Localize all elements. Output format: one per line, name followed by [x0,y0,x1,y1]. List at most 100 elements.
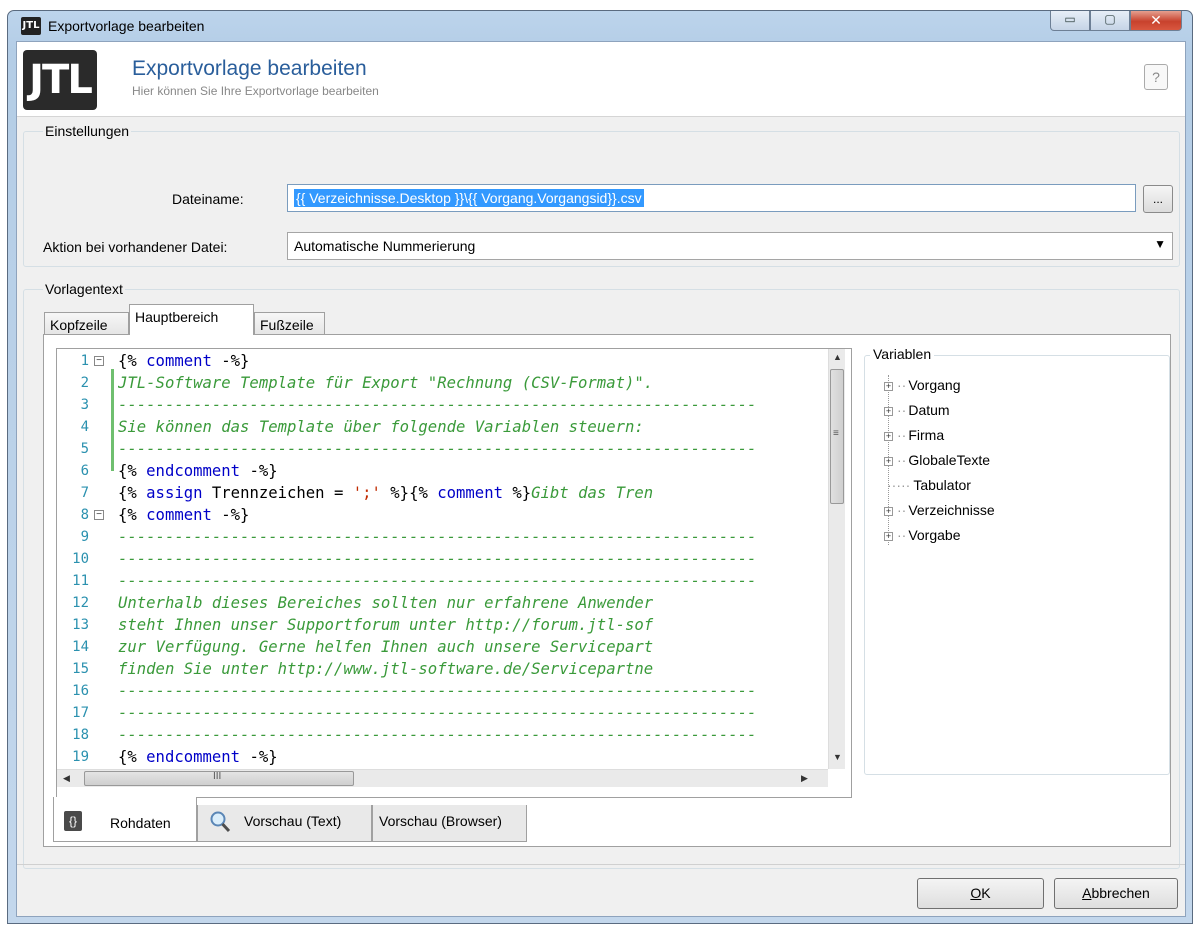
horizontal-scroll-thumb[interactable]: III [84,771,354,786]
expand-icon[interactable]: + [884,432,893,441]
tree-connector-icon: ·· [897,452,907,468]
close-icon: ✕ [1150,12,1162,28]
tab-hauptbereich[interactable]: Hauptbereich [129,304,254,335]
expand-icon[interactable]: + [884,532,893,541]
code-area[interactable]: {% comment -%} JTL-Software Template für … [118,349,828,769]
tab-rohdaten-label: Rohdaten [110,815,171,831]
fold-toggle-icon[interactable]: − [94,510,104,520]
tree-connector-icon: ·· [897,377,907,393]
scroll-down-icon[interactable]: ▼ [833,752,842,762]
line-number-gutter: 1 2 3 4 5 6 7 8 9 10 11 12 13 14 15 16 17 18 19− − [57,349,113,769]
tree-item[interactable]: + ·· Verzeichnisse [884,498,995,523]
tree-item[interactable]: ····· Tabulator [884,473,971,498]
hscroll-grip-icon: III [213,771,222,782]
expand-icon[interactable]: + [884,507,893,516]
tab-rohdaten[interactable]: {} Rohdaten [53,797,197,842]
code-line: {% endcomment -%} [118,462,278,480]
expand-icon[interactable]: + [884,457,893,466]
line-number: 7 [80,485,89,501]
expand-icon[interactable]: + [884,407,893,416]
scroll-right-icon[interactable]: ▶ [801,773,808,784]
tree-item[interactable]: + ·· Datum [884,398,950,423]
change-marker [111,369,114,471]
maximize-icon: ▢ [1104,12,1116,26]
code-line: Unterhalb dieses Bereiches sollten nur e… [118,594,654,612]
tab-vorschau-text-label: Vorschau (Text) [244,813,342,829]
tab-vorschau-browser[interactable]: Vorschau (Browser) [372,805,527,842]
line-number: 11 [72,573,89,589]
cancel-button[interactable]: Abbrechen [1054,878,1178,909]
line-number: 17 [72,705,89,721]
tree-item-label: Vorgabe [908,527,961,543]
tree-connector-icon: ·· [897,427,907,443]
code-line: steht Ihnen unser Supportforum unter htt… [118,616,654,634]
code-line: ----------------------------------------… [118,682,757,700]
variables-label: Variablen [870,346,935,362]
browse-button[interactable]: ... [1143,185,1173,213]
code-line: ----------------------------------------… [118,572,757,590]
cancel-label: bbrechen [1091,885,1150,901]
tree-item[interactable]: + ·· GlobaleTexte [884,448,990,473]
line-number: 9 [80,529,89,545]
vertical-scroll-thumb[interactable]: ≡ [830,369,844,504]
scroll-left-icon[interactable]: ◀ [63,773,70,784]
code-line: finden Sie unter http://www.jtl-software… [118,660,654,678]
line-number: 3 [80,397,89,413]
code-line: ----------------------------------------… [118,550,757,568]
scroll-up-icon[interactable]: ▲ [833,352,842,362]
tree-connector-icon: ·· [897,527,907,543]
tab-vorschau-text[interactable]: Vorschau (Text) [197,805,372,842]
fold-toggle-icon[interactable]: − [94,356,104,366]
header-title: Exportvorlage bearbeiten [132,57,367,80]
line-number: 15 [72,661,89,677]
tree-connector-icon: ·· [897,402,907,418]
settings-group-label: Einstellungen [43,123,132,139]
code-line: {% comment -%} [118,506,250,524]
line-number: 10 [72,551,89,567]
line-number: 1 [80,353,89,369]
existing-file-action-select[interactable]: Automatische Nummerierung ▼ [287,232,1173,260]
close-button[interactable]: ✕ [1130,11,1182,31]
filename-input[interactable]: {{ Verzeichnisse.Desktop }}\{{ Vorgang.V… [287,184,1136,212]
tree-item[interactable]: + ·· Vorgabe [884,523,961,548]
tree-item-label: Datum [908,402,950,418]
code-line: ----------------------------------------… [118,528,757,546]
tree-item-label: Verzeichnisse [908,502,995,518]
tree-item-label: Vorgang [908,377,961,393]
jtl-logo: JTL [23,50,97,110]
dialog-header: JTL Exportvorlage bearbeiten Hier können… [17,42,1185,117]
scroll-grip-icon: ≡ [833,428,839,439]
footer-divider [17,864,1185,865]
jtl-logo-icon: JTL [21,17,41,35]
expand-icon[interactable]: + [884,382,893,391]
ok-button[interactable]: OK [917,878,1044,909]
minimize-button[interactable]: ▭ [1050,11,1090,31]
code-line: JTL-Software Template für Export "Rechnu… [118,374,654,392]
tree-item-label: GlobaleTexte [908,452,991,468]
code-line: {% endcomment -%} [118,748,278,766]
code-editor[interactable]: 1 2 3 4 5 6 7 8 9 10 11 12 13 14 15 16 17 18 19− − {% comme… [56,348,852,798]
help-icon[interactable]: ? [1144,64,1168,90]
tree-item-label: Firma [908,427,945,443]
code-line: ----------------------------------------… [118,440,757,458]
ok-mnemonic: O [970,885,982,901]
line-number: 16 [72,683,89,699]
window-title: Exportvorlage bearbeiten [48,18,205,34]
tree-item[interactable]: + ·· Vorgang [884,373,961,398]
existing-file-action-label: Aktion bei vorhandener Datei: [43,239,228,255]
maximize-button[interactable]: ▢ [1090,11,1130,31]
horizontal-scrollbar[interactable]: ◀ III ▶ [57,769,828,787]
line-number: 6 [80,463,89,479]
filename-label: Dateiname: [172,191,244,207]
line-number: 18 [72,727,89,743]
code-line: ----------------------------------------… [118,396,757,414]
magnifier-icon [210,811,231,833]
vertical-scrollbar[interactable]: ▲ ≡ ▼ [828,349,845,769]
tree-connector-icon: ····· [887,477,911,493]
tree-item[interactable]: + ·· Firma [884,423,944,448]
code-line: ----------------------------------------… [118,704,757,722]
template-group-label: Vorlagentext [43,281,125,297]
filename-value: {{ Verzeichnisse.Desktop }}\{{ Vorgang.V… [294,189,644,207]
line-number: 2 [80,375,89,391]
line-number: 13 [72,617,89,633]
